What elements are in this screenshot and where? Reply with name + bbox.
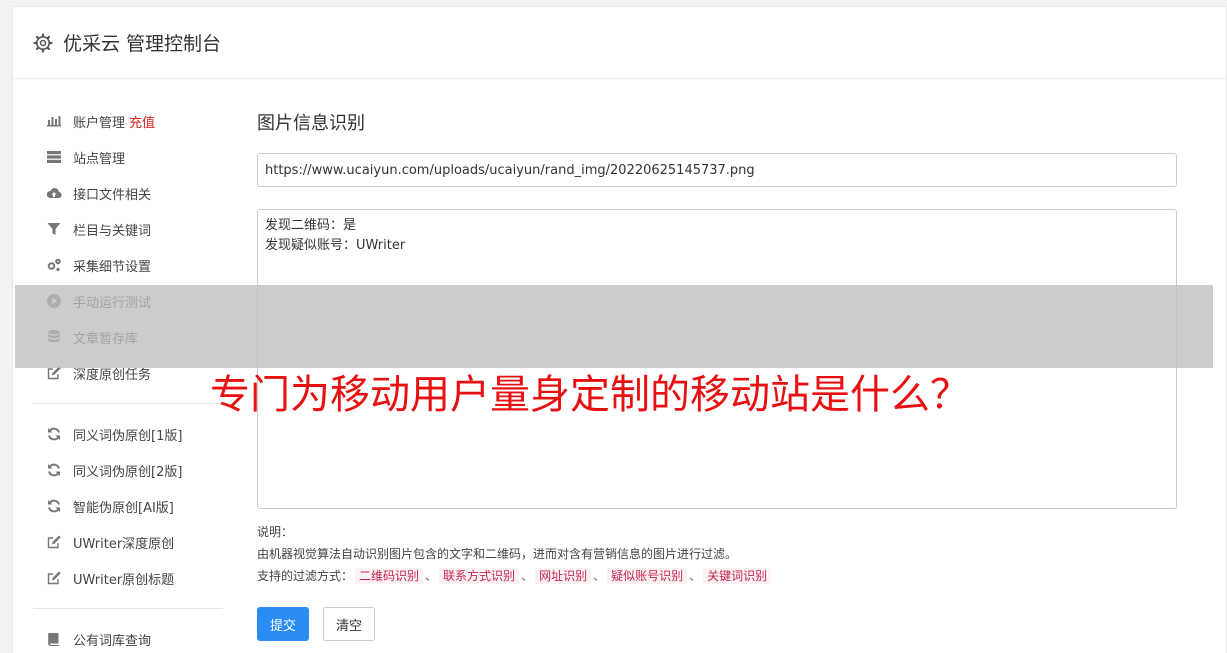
filter-methods: 支持的过滤方式： 二维码识别、联系方式识别、网址识别、疑似账号识别、关键词识别 [257,565,1177,587]
gears-icon [45,256,63,274]
sidebar-divider [33,403,223,404]
sidebar-divider [33,608,223,609]
separator: 、 [425,569,438,583]
image-url-input[interactable] [257,153,1177,187]
sidebar-item-label: 同义词伪原创[2版] [73,464,183,480]
filters-label: 支持的过滤方式： [257,569,354,583]
submit-button[interactable]: 提交 [257,607,310,641]
sidebar-item[interactable]: UWriter原创标题 [33,560,223,596]
gear-icon [33,32,53,53]
sidebar-item-label: 栏目与关键词 [73,223,152,239]
sidebar-item[interactable]: UWriter深度原创 [33,524,223,560]
result-line: 发现疑似账号：UWriter [265,238,406,253]
refresh-icon [45,461,63,479]
sidebar-item[interactable]: 智能伪原创[AI版] [33,488,223,524]
filter-tag: 网址识别 [535,568,592,584]
section-title: 图片信息识别 [257,113,365,134]
filter-tag: 关键词识别 [703,568,772,584]
edit-icon [45,533,63,551]
sidebar-item-label: 同义词伪原创[1版] [73,428,183,444]
filter-tag: 二维码识别 [355,568,424,584]
sidebar-item[interactable]: 站点管理 [33,139,223,175]
result-line: 发现二维码：是 [265,218,357,233]
page-title: 优采云 管理控制台 [63,33,222,55]
clear-button[interactable]: 清空 [323,607,376,641]
notes-description: 由机器视觉算法自动识别图片包含的文字和二维码，进而对含有营销信息的图片进行过滤。 [257,547,738,561]
sidebar-item-label: 公有词库查询 [73,633,152,649]
sidebar-item-label: 智能伪原创[AI版] [73,500,174,516]
bar-chart-icon [45,112,63,130]
sidebar-item-label: 接口文件相关 [73,187,152,203]
sidebar-item[interactable]: 栏目与关键词 [33,211,223,247]
sidebar-item[interactable]: 账户管理 充值 [33,103,223,139]
overlay-caption: 专门为移动用户量身定制的移动站是什么？ [210,372,970,418]
server-icon [45,148,63,166]
filter-icon [45,220,63,238]
sidebar-item[interactable]: 接口文件相关 [33,175,223,211]
separator: 、 [593,569,606,583]
separator: 、 [689,569,702,583]
sidebar-item-label: 采集细节设置 [73,259,152,275]
sidebar-item[interactable]: 同义词伪原创[2版] [33,452,223,488]
sidebar-item-label: UWriter深度原创 [73,536,175,552]
sidebar-item[interactable]: 同义词伪原创[1版] [33,416,223,452]
button-row: 提交 清空 [257,607,1177,641]
sidebar-item-label: 账户管理 [73,115,126,131]
filter-tag: 联系方式识别 [439,568,520,584]
overlay-band [15,285,1213,368]
cloud-upload-icon [45,184,63,202]
recharge-link[interactable]: 充值 [129,112,155,131]
refresh-icon [45,425,63,443]
sidebar: 账户管理充值站点管理接口文件相关栏目与关键词采集细节设置手动运行测试文章暂存库深… [33,103,223,653]
refresh-icon [45,497,63,515]
notes: 说明： 由机器视觉算法自动识别图片包含的文字和二维码，进而对含有营销信息的图片进… [257,521,1177,587]
sidebar-item-label: UWriter原创标题 [73,572,175,588]
edit-icon [45,569,63,587]
sidebar-item[interactable]: 公有词库查询 [33,621,223,653]
filter-tag: 疑似账号识别 [607,568,688,584]
sidebar-item[interactable]: 采集细节设置 [33,247,223,283]
separator: 、 [521,569,534,583]
sidebar-item-label: 站点管理 [73,151,126,167]
book-icon [45,630,63,648]
notes-label: 说明： [257,525,294,539]
header: 优采云 管理控制台 [13,7,1226,79]
